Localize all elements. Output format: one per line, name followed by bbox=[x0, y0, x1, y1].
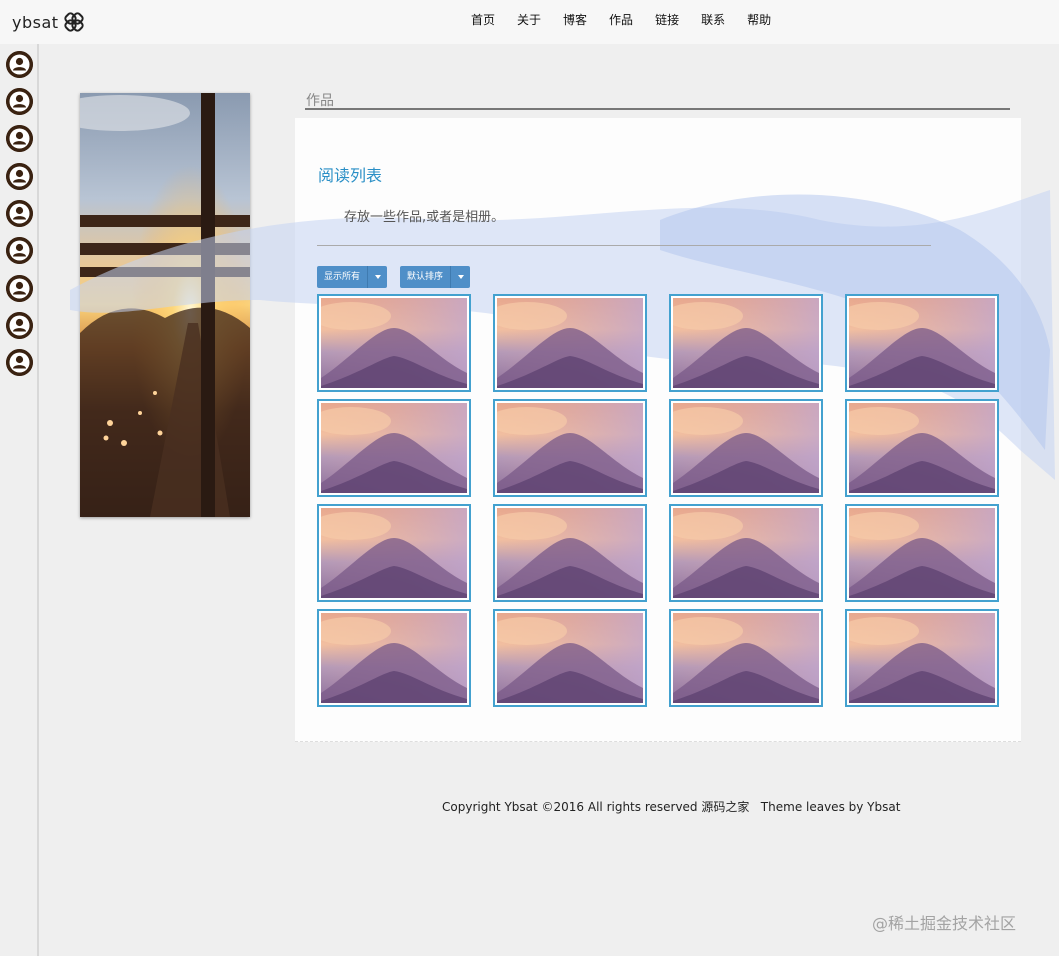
nav-contact[interactable]: 联系 bbox=[701, 12, 725, 28]
filter-dropdown-button[interactable]: 显示所有 bbox=[317, 266, 388, 288]
thumbnail-image bbox=[497, 403, 643, 493]
thumbnail-image bbox=[849, 508, 995, 598]
thumbnail-image bbox=[849, 403, 995, 493]
thumbnail-image bbox=[673, 613, 819, 703]
section-divider bbox=[305, 108, 1010, 110]
logo-text: ybsat bbox=[12, 12, 59, 32]
user-avatar-icon[interactable] bbox=[6, 275, 33, 302]
gallery-thumbnail[interactable] bbox=[669, 294, 823, 392]
nav-works[interactable]: 作品 bbox=[609, 12, 633, 28]
site-watermark: @稀土掘金技术社区 bbox=[872, 914, 1017, 933]
gallery-thumbnail[interactable] bbox=[493, 504, 647, 602]
nav-blog[interactable]: 博客 bbox=[563, 12, 587, 28]
caret-down-icon bbox=[367, 266, 387, 288]
thumbnail-image bbox=[497, 613, 643, 703]
gallery-thumbnail[interactable] bbox=[317, 294, 471, 392]
user-avatar-icon[interactable] bbox=[6, 51, 33, 78]
nav-help[interactable]: 帮助 bbox=[747, 12, 771, 28]
nav-about[interactable]: 关于 bbox=[517, 12, 541, 28]
thumbnail-image bbox=[497, 508, 643, 598]
thumbnail-image bbox=[849, 613, 995, 703]
left-rail-divider bbox=[37, 44, 39, 956]
gallery-thumbnail[interactable] bbox=[493, 609, 647, 707]
thumbnail-image bbox=[321, 403, 467, 493]
sidebar-sunset-photo bbox=[80, 93, 250, 517]
gallery-thumbnail[interactable] bbox=[317, 504, 471, 602]
gallery-thumbnail[interactable] bbox=[845, 504, 999, 602]
panel-divider bbox=[317, 245, 931, 246]
thumbnail-image bbox=[497, 298, 643, 388]
thumbnail-image bbox=[849, 298, 995, 388]
user-avatar-icon[interactable] bbox=[6, 349, 33, 376]
sort-dropdown-button[interactable]: 默认排序 bbox=[400, 266, 471, 288]
thumbnail-image bbox=[321, 508, 467, 598]
gallery-thumbnail[interactable] bbox=[493, 294, 647, 392]
nav-home[interactable]: 首页 bbox=[471, 12, 495, 28]
user-avatar-icon[interactable] bbox=[6, 88, 33, 115]
gallery-thumbnail[interactable] bbox=[493, 399, 647, 497]
gallery-thumbnail[interactable] bbox=[669, 399, 823, 497]
caret-down-icon bbox=[450, 266, 470, 288]
panel-description: 存放一些作品,或者是相册。 bbox=[344, 210, 505, 225]
logo-knot-icon bbox=[63, 12, 84, 32]
gallery-thumbnail[interactable] bbox=[845, 294, 999, 392]
top-bar: ybsat 首页 关于 博客 作品 链接 联系 帮助 bbox=[0, 0, 1059, 44]
gallery-thumbnail[interactable] bbox=[669, 504, 823, 602]
thumbnail-image bbox=[673, 403, 819, 493]
filter-dropdown-label: 显示所有 bbox=[324, 272, 361, 282]
user-avatar-icon[interactable] bbox=[6, 200, 33, 227]
main-nav: 首页 关于 博客 作品 链接 联系 帮助 bbox=[471, 12, 793, 28]
thumbnail-image bbox=[673, 298, 819, 388]
gallery-thumbnail[interactable] bbox=[669, 609, 823, 707]
sort-dropdown-label: 默认排序 bbox=[407, 272, 444, 282]
panel-heading: 阅读列表 bbox=[318, 166, 383, 185]
user-avatar-icon[interactable] bbox=[6, 237, 33, 264]
section-title: 作品 bbox=[306, 93, 334, 109]
user-avatar-icon[interactable] bbox=[6, 312, 33, 339]
thumbnail-image bbox=[321, 298, 467, 388]
gallery-thumbnail[interactable] bbox=[845, 399, 999, 497]
site-logo[interactable]: ybsat bbox=[12, 11, 85, 33]
user-avatar-icon[interactable] bbox=[6, 163, 33, 190]
gallery-thumbnail[interactable] bbox=[845, 609, 999, 707]
nav-links[interactable]: 链接 bbox=[655, 12, 679, 28]
thumbnail-image bbox=[673, 508, 819, 598]
gallery-thumbnail[interactable] bbox=[317, 609, 471, 707]
footer-copyright: Copyright Ybsat ©2016 All rights reserve… bbox=[442, 800, 901, 814]
user-avatar-icon[interactable] bbox=[6, 125, 33, 152]
gallery-thumbnail[interactable] bbox=[317, 399, 471, 497]
thumbnail-image bbox=[321, 613, 467, 703]
